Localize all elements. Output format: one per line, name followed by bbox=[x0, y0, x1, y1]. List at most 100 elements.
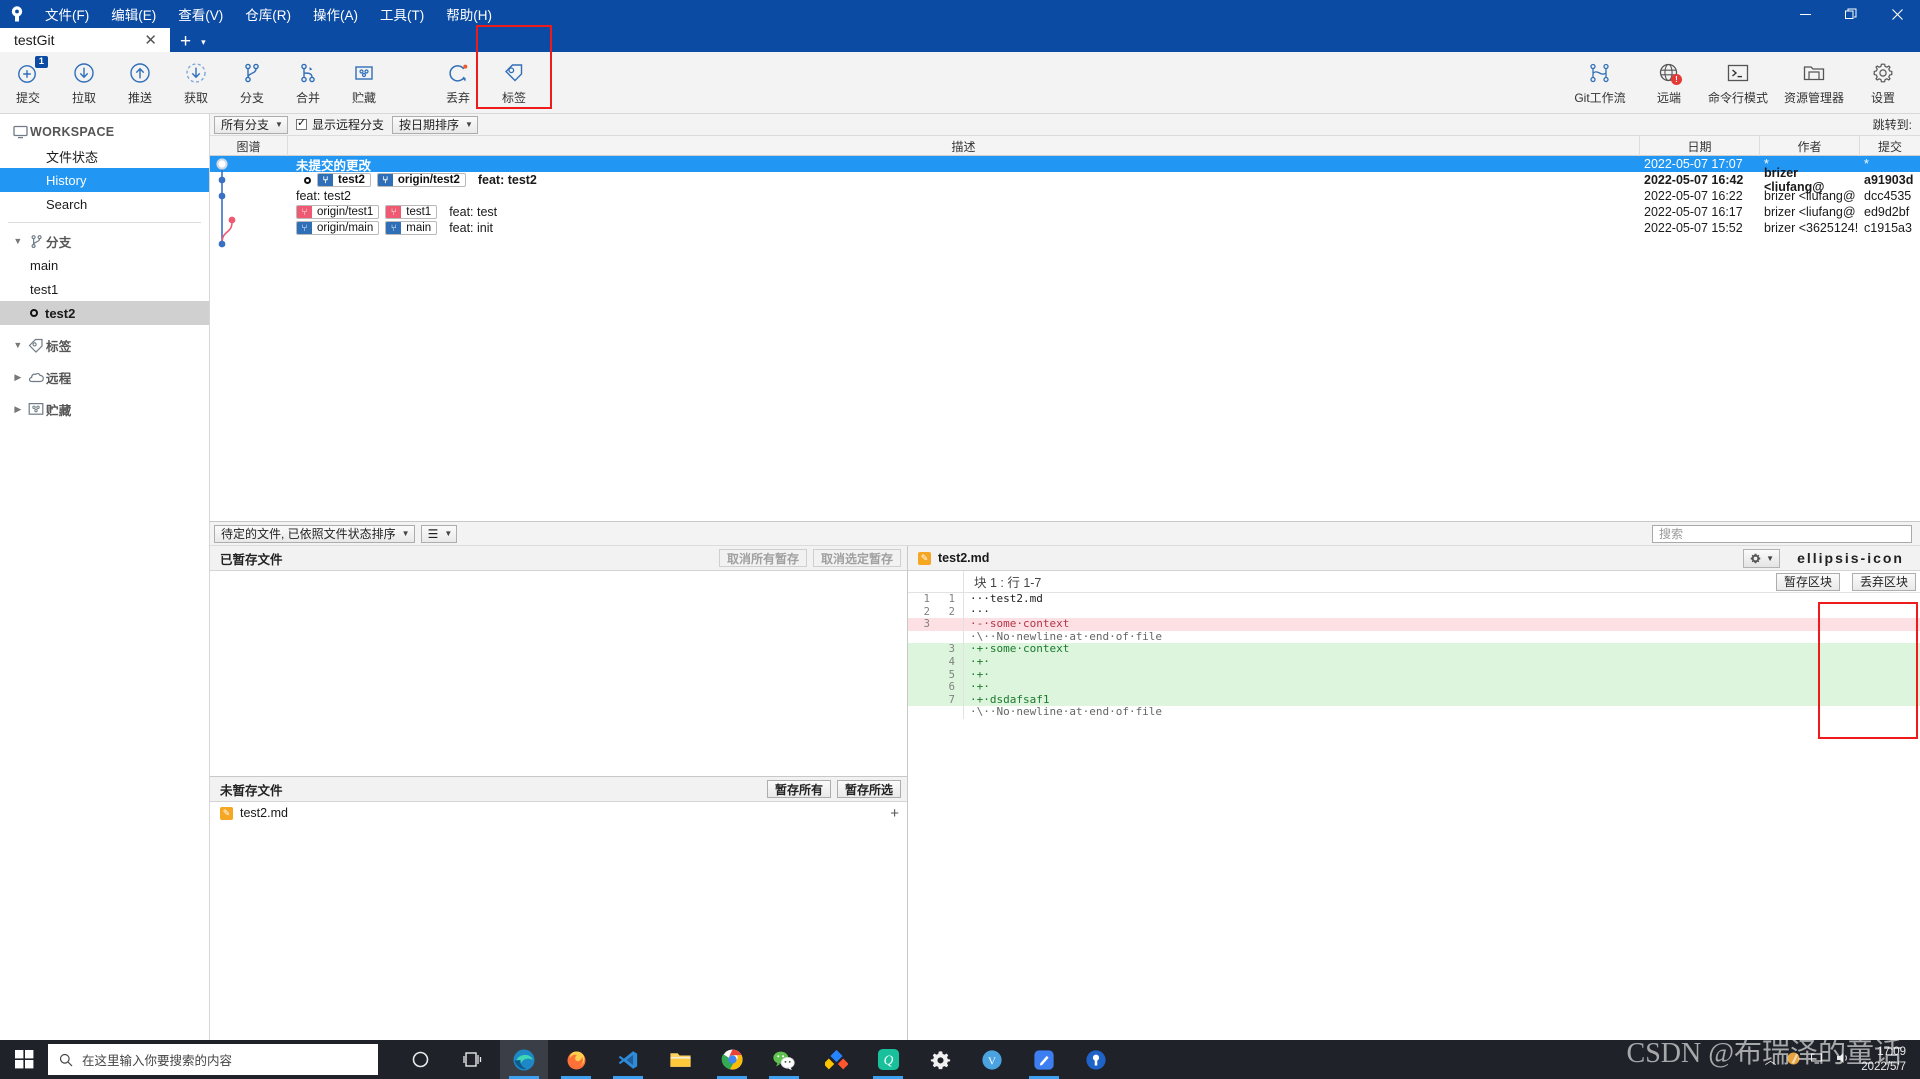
menu-repository[interactable]: 仓库(R) bbox=[234, 0, 302, 28]
table-row[interactable]: 未提交的更改 2022-05-07 17:07 * * bbox=[210, 156, 1920, 173]
notes-icon[interactable] bbox=[1020, 1040, 1068, 1079]
unstage-selected-button[interactable]: 取消选定暂存 bbox=[812, 549, 901, 567]
menu-help[interactable]: 帮助(H) bbox=[435, 0, 503, 28]
menu-actions[interactable]: 操作(A) bbox=[302, 0, 369, 28]
show-remote-branches-checkbox[interactable]: 显示远程分支 bbox=[295, 116, 384, 133]
chevron-down-icon[interactable]: ▼ bbox=[10, 340, 26, 350]
file-sort-select[interactable]: 待定的文件, 已依照文件状态排序 ▼ bbox=[214, 524, 415, 543]
toolbar-discard-button[interactable]: 丢弃 bbox=[430, 54, 486, 112]
commit-log-list[interactable]: 未提交的更改 2022-05-07 17:07 * * ⑂ test2 ⑂ or… bbox=[210, 156, 1920, 522]
menu-tools[interactable]: 工具(T) bbox=[369, 0, 435, 28]
sourcetree-icon[interactable] bbox=[812, 1040, 860, 1079]
ref-tag[interactable]: ⑂ main bbox=[385, 221, 438, 235]
diff-settings-button[interactable]: ▼ bbox=[1743, 548, 1781, 568]
menu-view[interactable]: 查看(V) bbox=[167, 0, 234, 28]
tray-app-icon[interactable] bbox=[1786, 1051, 1801, 1069]
toolbar-push-button[interactable]: 推送 bbox=[112, 54, 168, 112]
new-tab-button[interactable]: + bbox=[170, 32, 201, 52]
stage-all-button[interactable]: 暂存所有 bbox=[766, 780, 831, 798]
ref-tag[interactable]: ⑂ test2 bbox=[317, 173, 371, 187]
sidebar-section-remotes[interactable]: ▶ 远程 bbox=[0, 365, 209, 389]
qq-icon[interactable]: Q bbox=[864, 1040, 912, 1079]
chevron-right-icon[interactable]: ▶ bbox=[10, 404, 26, 415]
close-button[interactable] bbox=[1874, 0, 1920, 28]
table-row[interactable]: ⑂ origin/main ⑂ main feat: init 2022-05-… bbox=[210, 220, 1920, 236]
taskbar-clock[interactable]: 17:09 2022/5/7 bbox=[1861, 1045, 1906, 1074]
column-header-graph[interactable]: 图谱 bbox=[210, 136, 288, 156]
sidebar-item-search[interactable]: Search bbox=[0, 192, 209, 216]
toolbar-fetch-button[interactable]: 获取 bbox=[168, 54, 224, 112]
toolbar-settings-button[interactable]: 设置 bbox=[1852, 54, 1914, 112]
stage-hunk-button[interactable]: 暂存区块 bbox=[1775, 572, 1840, 591]
diff-lines[interactable]: 1 1 ···test2.md 2 2 ··· 3 ·-·some·contex… bbox=[908, 593, 1920, 1040]
tray-volume-icon[interactable] bbox=[1836, 1051, 1851, 1068]
sidebar-workspace-header[interactable]: WORKSPACE bbox=[0, 120, 209, 144]
chevron-down-icon[interactable]: ▼ bbox=[10, 236, 26, 246]
unstaged-files-list[interactable]: ✎ test2.md + bbox=[210, 802, 907, 1040]
minimize-button[interactable] bbox=[1782, 0, 1828, 28]
sidebar-section-stashes[interactable]: ▶ 贮藏 bbox=[0, 397, 209, 421]
sort-order-select[interactable]: 按日期排序 ▼ bbox=[391, 115, 478, 134]
file-explorer-icon[interactable] bbox=[656, 1040, 704, 1079]
toolbar-remote-button[interactable]: ! 远端 bbox=[1638, 54, 1700, 112]
ref-tag[interactable]: ⑂ origin/test2 bbox=[376, 173, 466, 187]
tab-close-icon[interactable]: ✕ bbox=[141, 33, 160, 48]
column-header-commit[interactable]: 提交 bbox=[1860, 136, 1920, 156]
tray-network-icon[interactable] bbox=[1811, 1052, 1826, 1068]
chevron-right-icon[interactable]: ▶ bbox=[10, 372, 26, 383]
edge-icon[interactable] bbox=[500, 1040, 548, 1079]
sidebar-section-tags[interactable]: ▼ 标签 bbox=[0, 333, 209, 357]
toolbar-commit-button[interactable]: 1 提交 bbox=[0, 54, 56, 112]
sidebar-section-branches[interactable]: ▼ 分支 bbox=[0, 229, 209, 253]
discard-hunk-button[interactable]: 丢弃区块 bbox=[1851, 572, 1916, 591]
wechat-icon[interactable] bbox=[760, 1040, 808, 1079]
tray-chevron-up-icon[interactable]: ︿ bbox=[1765, 1052, 1777, 1068]
windows-start-icon[interactable] bbox=[0, 1040, 48, 1079]
vscode-icon[interactable] bbox=[604, 1040, 652, 1079]
file-view-mode-select[interactable]: ☰ ▼ bbox=[420, 524, 458, 543]
menu-edit[interactable]: 编辑(E) bbox=[100, 0, 167, 28]
toolbar-branch-button[interactable]: 分支 bbox=[224, 54, 280, 112]
search-input[interactable]: 搜索 bbox=[1652, 524, 1912, 543]
menu-file[interactable]: 文件(F) bbox=[34, 0, 100, 28]
taskbar-search-input[interactable]: 在这里输入你要搜索的内容 bbox=[48, 1044, 378, 1075]
branch-scope-select[interactable]: 所有分支 ▼ bbox=[214, 115, 288, 134]
column-header-date[interactable]: 日期 bbox=[1640, 136, 1760, 156]
maximize-restore-button[interactable] bbox=[1828, 0, 1874, 28]
tab-list-chevron-down-icon[interactable]: ▾ bbox=[201, 37, 214, 52]
toolbar-pull-button[interactable]: 拉取 bbox=[56, 54, 112, 112]
toolbar-explorer-button[interactable]: 资源管理器 bbox=[1776, 54, 1852, 112]
toolbar-terminal-button[interactable]: 命令行模式 bbox=[1700, 54, 1776, 112]
sidebar-item-file-status[interactable]: 文件状态 bbox=[0, 144, 209, 168]
column-header-author[interactable]: 作者 bbox=[1760, 136, 1860, 156]
ref-tag[interactable]: ⑂ origin/main bbox=[296, 221, 380, 235]
add-file-icon[interactable]: + bbox=[890, 806, 899, 821]
diff-more-options-button[interactable]: ellipsis-icon bbox=[1787, 550, 1914, 566]
column-header-description[interactable]: 描述 bbox=[288, 136, 1640, 156]
table-row[interactable]: ⑂ origin/test1 ⑂ test1 feat: test 2022-0… bbox=[210, 204, 1920, 220]
toolbar-gitflow-button[interactable]: Git工作流 bbox=[1562, 54, 1638, 112]
table-row[interactable]: ⑂ test2 ⑂ origin/test2 feat: test2 2022-… bbox=[210, 166, 1920, 194]
toolbar-stash-button[interactable]: 贮藏 bbox=[336, 54, 392, 112]
settings-icon[interactable] bbox=[916, 1040, 964, 1079]
stage-selected-button[interactable]: 暂存所选 bbox=[836, 780, 901, 798]
v2ray-icon[interactable]: V bbox=[968, 1040, 1016, 1079]
sidebar-branch-test2[interactable]: test2 bbox=[0, 301, 209, 325]
toolbar-tag-button[interactable]: 标签 bbox=[486, 54, 542, 112]
ref-tag[interactable]: ⑂ origin/test1 bbox=[296, 205, 380, 219]
sidebar-item-history[interactable]: History bbox=[0, 168, 209, 192]
cortana-icon[interactable] bbox=[396, 1040, 444, 1079]
list-item[interactable]: ✎ test2.md + bbox=[210, 802, 907, 824]
table-row[interactable]: feat: test2 2022-05-07 16:22 brizer <liu… bbox=[210, 188, 1920, 204]
sidebar-branch-main[interactable]: main bbox=[0, 253, 209, 277]
unstage-all-button[interactable]: 取消所有暂存 bbox=[718, 549, 807, 567]
staged-files-list[interactable] bbox=[210, 571, 907, 777]
task-view-icon[interactable] bbox=[448, 1040, 496, 1079]
location-icon[interactable] bbox=[1072, 1040, 1120, 1079]
toolbar-merge-button[interactable]: 合并 bbox=[280, 54, 336, 112]
firefox-icon[interactable] bbox=[552, 1040, 600, 1079]
tab-testgit[interactable]: testGit ✕ bbox=[0, 28, 170, 52]
sidebar-branch-test1[interactable]: test1 bbox=[0, 277, 209, 301]
chrome-icon[interactable] bbox=[708, 1040, 756, 1079]
ref-tag[interactable]: ⑂ test1 bbox=[385, 205, 438, 219]
